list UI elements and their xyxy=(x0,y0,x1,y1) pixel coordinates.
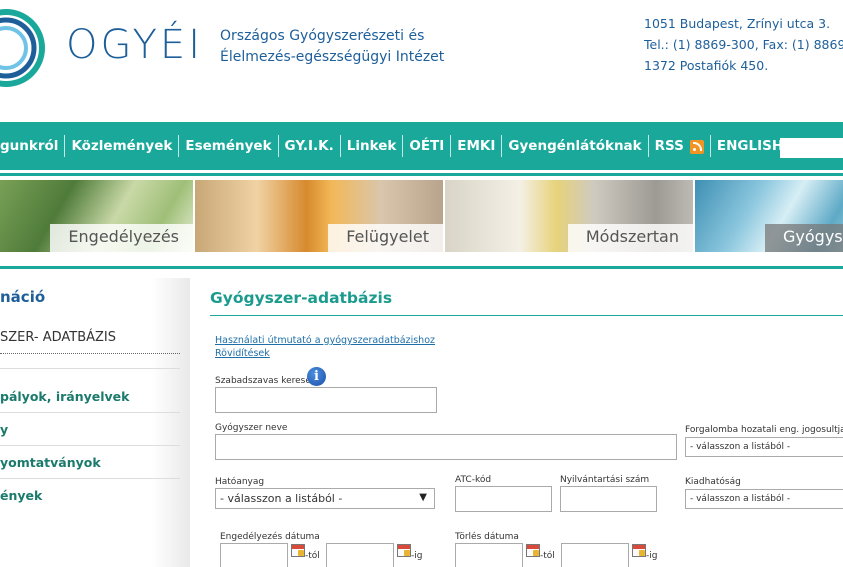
category-banner: Engedélyezés Felügyelet Módszertan Gyógy… xyxy=(0,180,843,252)
banner-tile-methodology[interactable]: Módszertan xyxy=(445,180,693,252)
banner-tile-licensing[interactable]: Engedélyezés xyxy=(0,180,193,252)
nav-item-accessibility[interactable]: Gyengénlátóknak xyxy=(502,135,649,157)
page-title: Gyógyszer-adatbázis xyxy=(210,289,393,307)
title-divider xyxy=(210,315,843,316)
logo-swirl-icon[interactable] xyxy=(0,8,46,88)
banner-tile-supervision[interactable]: Felügyelet xyxy=(195,180,443,252)
drug-name-label: Gyógyszer neve xyxy=(215,423,288,433)
banner-tile-medicines[interactable]: Gyógysze xyxy=(695,180,843,252)
deletion-to-suffix: -ig xyxy=(646,551,658,561)
address-postbox: 1372 Postafiók 450. xyxy=(644,58,769,73)
institute-name-line1: Országos Gyógyszerészeti és xyxy=(220,28,425,44)
sidebar: náció SZER- ADATBÁZIS pályok, irányelvek… xyxy=(0,278,190,567)
active-ingredient-label: Hatóanyag xyxy=(215,477,265,487)
nav-item-events[interactable]: Események xyxy=(179,135,279,157)
approval-date-to-input[interactable] xyxy=(326,543,394,567)
sidebar-item-drug-database[interactable]: SZER- ADATBÁZIS xyxy=(0,330,180,354)
atc-code-input[interactable] xyxy=(455,486,552,512)
nav-search-input[interactable] xyxy=(780,138,843,158)
site-header: OGYÉI Országos Gyógyszerészeti és Élelme… xyxy=(0,0,843,118)
chevron-down-icon[interactable]: ▼ xyxy=(419,492,427,503)
drug-name-input[interactable] xyxy=(215,434,677,460)
approval-from-suffix: -tól xyxy=(305,551,320,561)
banner-divider xyxy=(0,266,843,269)
approval-date-label: Engedélyezés dátuma xyxy=(220,532,320,542)
free-search-label: Szabadszavas keresés xyxy=(215,376,316,386)
registration-number-label: Nyilvántartási szám xyxy=(560,475,650,485)
main-content: Gyógyszer-adatbázis Használati útmutató … xyxy=(190,278,843,567)
nav-item-links[interactable]: Linkek xyxy=(341,135,404,157)
address-street: 1051 Budapest, Zrínyi utca 3. xyxy=(644,16,831,31)
sidebar-divider xyxy=(0,478,180,479)
nav-rss-label[interactable]: RSS xyxy=(655,138,684,154)
info-icon[interactable]: i xyxy=(307,367,326,386)
nav-item-english[interactable]: ENGLISH xyxy=(711,135,789,157)
deletion-date-to-input[interactable] xyxy=(561,543,629,567)
dispensing-label: Kiadhatóság xyxy=(685,477,741,487)
guide-link[interactable]: Használati útmutató a gyógyszeradatbázis… xyxy=(215,335,435,346)
main-navigation: gunkról Közlemények Események GY.I.K. Li… xyxy=(0,122,843,170)
institute-name-line2: Élelmezés-egészségügyi Intézet xyxy=(220,49,445,65)
active-ingredient-value: - válasszon a listából - xyxy=(220,492,343,505)
abbreviations-link[interactable]: Rövidítések xyxy=(215,348,270,359)
nav-item-rss[interactable]: RSS xyxy=(649,135,711,157)
license-holder-label: Forgalomba hozatali eng. jogosultja xyxy=(685,425,843,435)
deletion-date-from-input[interactable] xyxy=(455,543,523,567)
sidebar-item-2[interactable]: y xyxy=(0,422,8,437)
nav-item-faq[interactable]: GY.I.K. xyxy=(279,135,341,157)
logo-wordmark[interactable]: OGYÉI xyxy=(66,22,203,68)
nav-item-emki[interactable]: EMKI xyxy=(451,135,503,157)
approval-date-from-input[interactable] xyxy=(220,543,288,567)
banner-label-supervision[interactable]: Felügyelet xyxy=(328,224,443,252)
registration-number-input[interactable] xyxy=(560,486,657,512)
institute-name: Országos Gyógyszerészeti és Élelmezés-eg… xyxy=(220,26,444,68)
nav-item-oeti[interactable]: OÉTI xyxy=(403,135,452,157)
dispensing-select[interactable]: - válasszon a listából - xyxy=(685,489,843,509)
nav-item-announcements[interactable]: Közlemények xyxy=(65,135,180,157)
free-search-input[interactable] xyxy=(215,387,437,413)
calendar-icon[interactable] xyxy=(632,544,646,557)
banner-label-licensing[interactable]: Engedélyezés xyxy=(50,224,193,252)
nav-item-about[interactable]: gunkról xyxy=(0,135,66,157)
active-ingredient-select[interactable]: - válasszon a listából - ▼ xyxy=(215,488,435,509)
sidebar-divider xyxy=(0,445,180,446)
calendar-icon[interactable] xyxy=(291,544,305,557)
calendar-icon[interactable] xyxy=(526,544,540,557)
contact-address: 1051 Budapest, Zrínyi utca 3. Tel.: (1) … xyxy=(644,13,843,76)
sidebar-divider xyxy=(0,412,180,413)
atc-code-label: ATC-kód xyxy=(455,475,492,485)
rss-icon[interactable] xyxy=(689,140,704,154)
banner-label-methodology[interactable]: Módszertan xyxy=(567,224,693,252)
banner-label-medicines[interactable]: Gyógysze xyxy=(765,224,843,252)
deletion-date-label: Törlés dátuma xyxy=(455,532,519,542)
sidebar-item-forms[interactable]: yomtatványok xyxy=(0,455,101,470)
sidebar-item-guidelines[interactable]: pályok, irányelvek xyxy=(0,389,129,404)
sidebar-title: náció xyxy=(0,288,46,306)
address-phone-fax: Tel.: (1) 8869-300, Fax: (1) 8869-460 xyxy=(644,37,843,52)
deletion-from-suffix: -tól xyxy=(540,551,555,561)
nav-divider xyxy=(0,173,843,176)
approval-to-suffix: -ig xyxy=(411,551,423,561)
license-holder-select[interactable]: - válasszon a listából - xyxy=(685,437,843,457)
sidebar-divider xyxy=(0,368,180,369)
calendar-icon[interactable] xyxy=(397,544,411,557)
sidebar-item-4[interactable]: ények xyxy=(0,488,42,503)
